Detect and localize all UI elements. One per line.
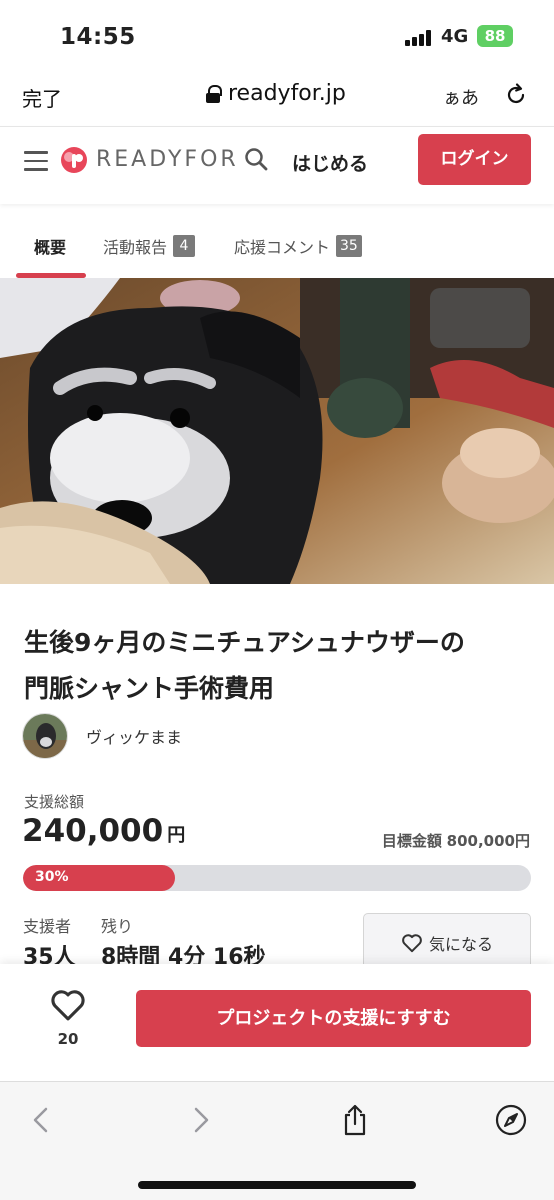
browser-url-bar: 完了 readyfor.jp ぁあ	[0, 66, 554, 126]
address-field[interactable]: readyfor.jp	[206, 81, 346, 106]
battery-icon: 88	[477, 25, 513, 47]
goal-label: 目標金額	[381, 832, 442, 850]
project-title-line: 門脈シャント手術費用	[24, 674, 275, 703]
project-title-line: 生後9ヶ月のミニチュアシュナウザーの	[24, 628, 465, 657]
amount-unit: 円	[167, 825, 186, 846]
like-button[interactable]: 20	[48, 988, 88, 1048]
avatar	[22, 713, 68, 759]
amount-value: 240,000	[22, 813, 164, 849]
readyfor-logo-icon[interactable]	[60, 146, 88, 174]
remaining-label: 残り	[101, 917, 134, 936]
forward-icon[interactable]	[184, 1104, 216, 1136]
goal-value: 800,000円	[446, 832, 530, 850]
tab-label: 応援コメント	[234, 238, 331, 257]
watch-label: 気になる	[428, 935, 493, 954]
heart-icon	[51, 990, 85, 1021]
back-icon[interactable]	[26, 1104, 58, 1136]
project-owner[interactable]: ヴィッケまま	[22, 713, 182, 759]
heart-outline-icon	[402, 934, 422, 953]
text-size-button[interactable]: ぁあ	[443, 84, 479, 110]
tab-count-badge: 35	[336, 235, 362, 257]
reload-icon[interactable]	[504, 82, 528, 106]
home-indicator	[138, 1181, 416, 1189]
search-icon[interactable]	[244, 147, 268, 171]
remaining-stat: 残り 8時間 4分 16秒	[101, 913, 266, 971]
tab-overview[interactable]: 概要	[34, 234, 66, 258]
project-title: 生後9ヶ月のミニチュアシュナウザーの 門脈シャント手術費用	[24, 620, 534, 712]
project-tabs: 概要 活動報告 4 応援コメント 35	[0, 204, 554, 278]
login-button[interactable]: ログイン	[418, 134, 531, 185]
tab-activity-reports[interactable]: 活動報告 4	[103, 234, 196, 258]
done-button[interactable]: 完了	[22, 83, 62, 112]
site-header: READYFOR はじめる ログイン	[0, 126, 554, 204]
supporters-label: 支援者	[23, 917, 72, 936]
total-support-amount: 240,000 円	[22, 813, 185, 849]
owner-name: ヴィッケまま	[86, 728, 183, 747]
lock-icon	[206, 84, 222, 103]
sticky-support-bar: 20 プロジェクトの支援にすすむ	[0, 964, 554, 1081]
tab-label: 概要	[34, 238, 67, 257]
signal-icon	[405, 30, 433, 46]
funding-progress-bar: 30%	[23, 865, 531, 891]
tab-label: 活動報告	[103, 238, 168, 257]
total-support-label: 支援総額	[24, 793, 85, 811]
share-icon[interactable]	[339, 1104, 371, 1136]
tab-comments[interactable]: 応援コメント 35	[234, 234, 362, 258]
readyfor-logo-text[interactable]: READYFOR	[96, 147, 239, 172]
progress-percent: 30%	[35, 869, 69, 885]
start-link[interactable]: はじめる	[292, 149, 368, 176]
support-project-button[interactable]: プロジェクトの支援にすすむ	[136, 990, 531, 1047]
status-time: 14:55	[60, 24, 136, 50]
hamburger-menu-icon[interactable]	[24, 151, 48, 171]
like-count: 20	[57, 1030, 79, 1048]
project-hero-image	[0, 278, 554, 584]
browser-toolbar	[0, 1081, 554, 1200]
battery-level: 88	[484, 27, 506, 45]
url-text: readyfor.jp	[228, 81, 346, 106]
tab-count-badge: 4	[173, 235, 196, 257]
supporters-stat: 支援者 35人	[23, 913, 76, 971]
status-bar: 14:55 4G 88	[0, 0, 554, 66]
goal-amount: 目標金額 800,000円	[382, 830, 530, 851]
network-type: 4G	[441, 26, 469, 47]
compass-icon[interactable]	[495, 1104, 527, 1136]
